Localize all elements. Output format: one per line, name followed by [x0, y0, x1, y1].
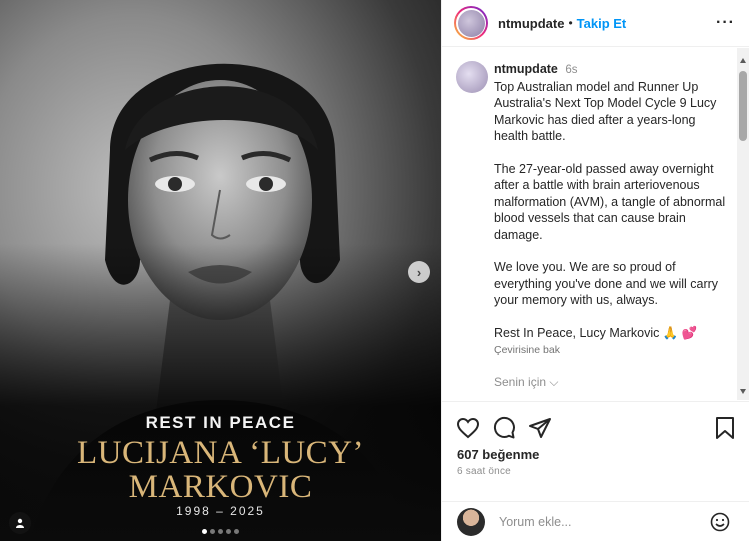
- more-icon[interactable]: ···: [716, 14, 735, 32]
- comment-input[interactable]: [499, 514, 699, 529]
- scroll-thumb[interactable]: [739, 71, 747, 141]
- caption-avatar[interactable]: [456, 61, 488, 93]
- caption-area: ntmupdate 6s Top Australian model and Ru…: [442, 48, 738, 400]
- caption-paragraph-4: Rest In Peace, Lucy Markovic 🙏 💕: [494, 325, 698, 340]
- post-sidebar: ntmupdate • Takip Et ··· ntmupdate 6s To…: [441, 0, 749, 541]
- caption-scrollbar[interactable]: [737, 48, 749, 400]
- likes-count[interactable]: 607 beğenme: [457, 447, 539, 462]
- post-media[interactable]: REST IN PEACE LUCIJANA ‘LUCY’ MARKOVIC 1…: [0, 0, 441, 541]
- carousel-next-button[interactable]: ›: [408, 261, 430, 283]
- heart-icon[interactable]: [456, 416, 480, 440]
- memorial-name-line2: MARKOVIC: [128, 469, 313, 505]
- share-icon[interactable]: [528, 416, 552, 440]
- translate-link[interactable]: Çevirisine bak: [494, 342, 730, 359]
- scroll-down-icon[interactable]: [740, 389, 746, 394]
- carousel-dots: [0, 529, 441, 534]
- scroll-up-icon[interactable]: [740, 58, 746, 63]
- carousel-dot: [226, 529, 231, 534]
- caption-paragraph-1: Top Australian model and Runner Up Austr…: [494, 79, 717, 144]
- carousel-dot: [234, 529, 239, 534]
- comment-bar: [442, 501, 749, 541]
- separator-dot: •: [568, 16, 573, 30]
- caption-paragraph-2: The 27-year-old passed away overnight af…: [494, 161, 726, 242]
- user-tag-button[interactable]: [9, 512, 31, 534]
- carousel-dot: [218, 529, 223, 534]
- author-username[interactable]: ntmupdate: [498, 16, 564, 31]
- rest-in-peace-heading: REST IN PEACE: [145, 413, 296, 432]
- post-header: ntmupdate • Takip Et ···: [442, 0, 749, 47]
- caption-body: ntmupdate 6s Top Australian model and Ru…: [494, 61, 730, 359]
- post-actions: 607 beğenme 6 saat önce: [442, 401, 749, 501]
- author-avatar[interactable]: [454, 6, 488, 40]
- carousel-dot: [202, 529, 207, 534]
- memorial-name-line1: LUCIJANA ‘LUCY’: [76, 435, 365, 471]
- memorial-years: 1998 – 2025: [176, 504, 265, 518]
- caption-time: 6s: [565, 64, 578, 76]
- emoji-icon[interactable]: [710, 512, 730, 532]
- bookmark-icon[interactable]: [714, 416, 736, 440]
- caption-username[interactable]: ntmupdate: [494, 62, 558, 76]
- carousel-dot: [210, 529, 215, 534]
- post-time-ago: 6 saat önce: [457, 466, 511, 477]
- chevron-right-icon: ›: [416, 264, 422, 280]
- for-you-toggle[interactable]: Senin için ⌵: [494, 375, 558, 390]
- comment-icon[interactable]: [492, 416, 516, 440]
- follow-button[interactable]: Takip Et: [577, 16, 627, 31]
- current-user-avatar: [457, 507, 485, 536]
- caption-paragraph-3: We love you. We are so proud of everythi…: [494, 260, 719, 307]
- user-tag-icon: [16, 518, 24, 528]
